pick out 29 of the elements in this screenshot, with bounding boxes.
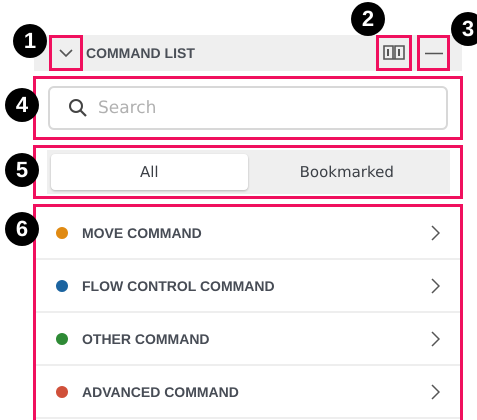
callout-number: 3: [451, 12, 477, 46]
callout-number: 2: [351, 2, 385, 36]
book-icon: [383, 45, 405, 61]
callout-number: 5: [5, 153, 39, 187]
filter-tab[interactable]: All: [50, 154, 248, 190]
command-name: OTHER COMMAND: [82, 330, 211, 346]
command-name: MOVE COMMAND: [82, 224, 203, 240]
callout-number: 6: [5, 212, 39, 246]
command-row[interactable]: FLOW CONTROL COMMAND: [36, 260, 460, 313]
callout-number: 4: [5, 88, 39, 122]
panel-title: COMMAND LIST: [86, 45, 196, 61]
search-field[interactable]: Search: [48, 86, 448, 130]
minus-icon: [424, 52, 442, 54]
chevron-right-icon: [431, 224, 440, 240]
command-row[interactable]: ADVANCED COMMAND: [36, 366, 460, 419]
minimize-button[interactable]: [417, 35, 450, 71]
callout-number: 1: [13, 24, 47, 58]
filter-tab[interactable]: Bookmarked: [248, 154, 446, 190]
command-name: FLOW CONTROL COMMAND: [82, 278, 276, 294]
chevron-right-icon: [431, 384, 440, 400]
collapse-button[interactable]: [49, 35, 83, 71]
book-button[interactable]: [376, 35, 412, 71]
chevron-right-icon: [431, 330, 440, 346]
chevron-down-icon: [58, 48, 74, 58]
search-icon: [68, 98, 88, 118]
command-row[interactable]: OTHER COMMAND: [36, 313, 460, 366]
command-name: ADVANCED COMMAND: [82, 384, 240, 400]
command-row[interactable]: MOVE COMMAND: [36, 207, 460, 260]
chevron-right-icon: [431, 278, 440, 294]
